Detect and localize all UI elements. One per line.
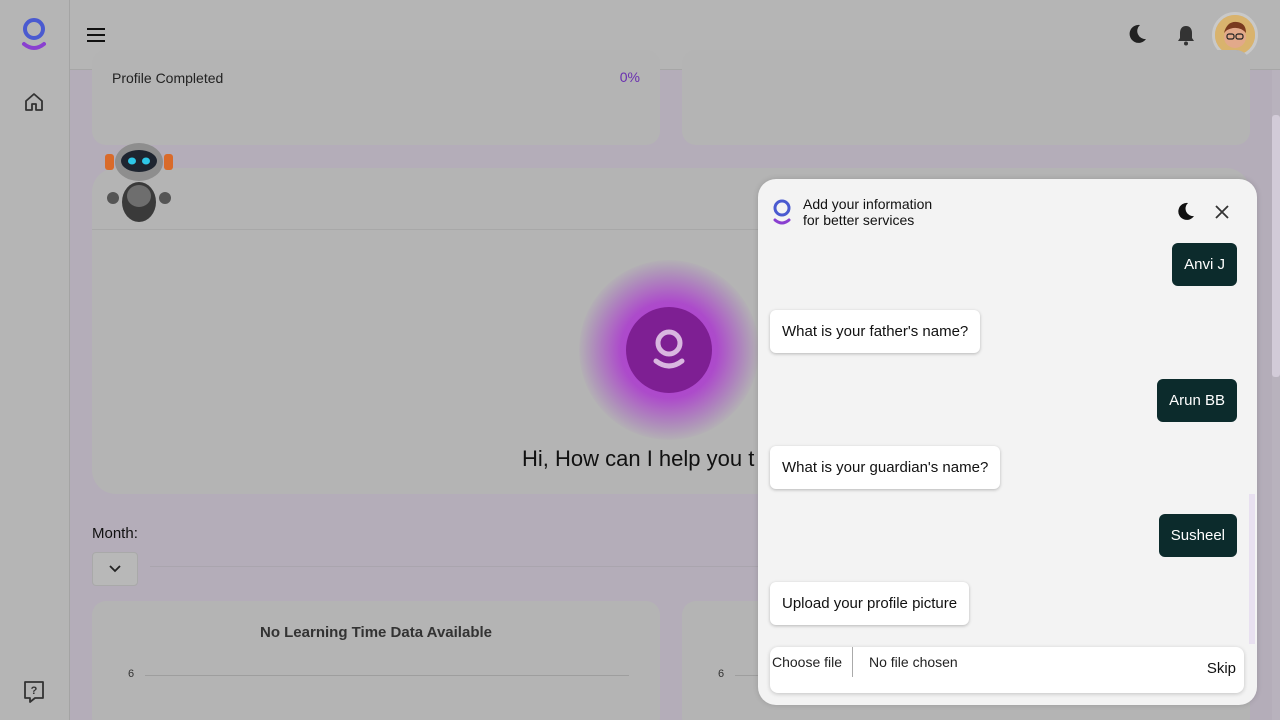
chat-message-bot: What is your guardian's name? <box>770 446 1001 489</box>
chat-panel: Add your information for better services… <box>758 179 1257 705</box>
assistant-greeting: Hi, How can I help you t <box>522 446 755 471</box>
bell-icon[interactable] <box>1175 23 1197 47</box>
month-select[interactable] <box>92 552 138 586</box>
file-status-text: No file chosen <box>869 654 958 670</box>
menu-icon[interactable] <box>84 23 108 47</box>
chart-title: No Learning Time Data Available <box>259 624 492 641</box>
chevron-down-icon <box>109 565 121 573</box>
y-tick-label: 6 <box>128 668 135 680</box>
chat-title: Add your information for better services <box>803 196 1003 228</box>
chat-message-bot: Upload your profile picture <box>770 582 970 625</box>
summary-card <box>682 50 1250 145</box>
moon-icon[interactable] <box>1126 23 1148 45</box>
choose-file-button[interactable]: Choose file <box>770 647 854 677</box>
help-icon[interactable]: ? <box>23 680 45 704</box>
assistant-orb-button[interactable] <box>626 307 712 393</box>
profile-completed-percent: 0% <box>619 69 640 85</box>
profile-completed-label: Profile Completed <box>112 70 224 86</box>
learning-time-chart-card: No Learning Time Data Available 6 <box>92 601 660 720</box>
chat-message-user: Susheel <box>1158 514 1237 557</box>
app-logo-icon[interactable] <box>20 16 48 52</box>
page-scrollbar-thumb[interactable] <box>1272 115 1280 377</box>
chart-gridline <box>145 675 629 676</box>
chat-moon-icon[interactable] <box>1175 202 1195 222</box>
month-label: Month: <box>92 525 138 542</box>
home-icon[interactable] <box>22 90 46 114</box>
chat-message-bot: What is your father's name? <box>770 310 981 353</box>
page-scrollbar[interactable] <box>1272 70 1280 720</box>
sidebar: ? <box>0 0 70 720</box>
chat-logo-icon <box>773 199 791 225</box>
skip-button[interactable]: Skip <box>1207 655 1236 683</box>
robot-icon[interactable] <box>104 140 174 226</box>
chat-title-line2: for better services <box>803 212 915 228</box>
svg-text:?: ? <box>31 685 38 697</box>
close-icon[interactable] <box>1214 204 1230 220</box>
chat-scrollbar[interactable] <box>1249 494 1255 644</box>
assistant-logo-icon <box>653 329 685 369</box>
chat-message-user: Arun BB <box>1157 379 1237 422</box>
y-tick-label: 6 <box>718 668 725 680</box>
profile-picture-upload: Choose file No file chosen Skip <box>770 647 1244 693</box>
profile-card: Profile Completed 0% <box>92 50 660 145</box>
chat-title-line1: Add your information <box>803 196 933 212</box>
chat-message-user: Anvi J <box>1172 243 1237 286</box>
